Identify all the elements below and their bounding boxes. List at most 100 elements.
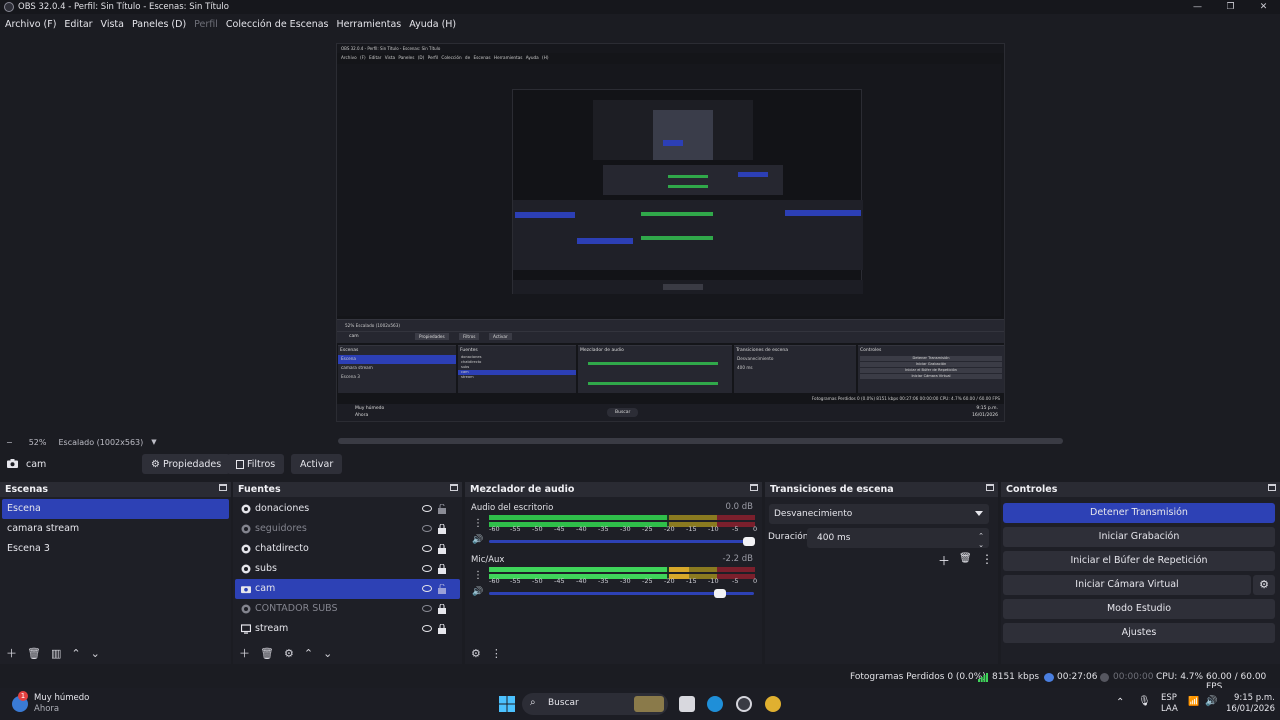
windows-start-icon[interactable] bbox=[499, 696, 515, 712]
file-explorer-icon[interactable] bbox=[679, 696, 695, 712]
menu-paneles[interactable]: Paneles (D) bbox=[132, 19, 186, 30]
eye-icon[interactable] bbox=[422, 545, 432, 552]
add-scene-icon[interactable]: ＋ bbox=[6, 645, 17, 661]
menu-coleccion-escenas[interactable]: Colección de Escenas bbox=[226, 19, 329, 30]
studio-mode-button[interactable]: Modo Estudio bbox=[1003, 599, 1275, 619]
edge-icon[interactable] bbox=[707, 696, 723, 712]
lock-icon[interactable] bbox=[438, 604, 446, 614]
menu-perfil[interactable]: Perfil bbox=[194, 19, 218, 30]
settings-button[interactable]: Ajustes bbox=[1003, 623, 1275, 643]
add-transition-icon[interactable]: ＋ bbox=[938, 552, 950, 569]
windows-taskbar: 1 Muy húmedo Ahora ⌕ Buscar ⌃ 🎙 ESP LAA … bbox=[0, 688, 1280, 720]
chevron-up-icon[interactable]: ⌃ bbox=[71, 647, 80, 660]
scene-item-escena-3[interactable]: Escena 3 bbox=[2, 539, 229, 559]
start-virtual-camera-button[interactable]: Iniciar Cámara Virtual bbox=[1003, 575, 1251, 595]
chevron-up-icon[interactable]: ⌃ bbox=[1116, 697, 1124, 708]
start-replay-buffer-button[interactable]: Iniciar el Búfer de Repetición bbox=[1003, 551, 1275, 571]
undock-icon[interactable] bbox=[986, 484, 994, 491]
menu-archivo[interactable]: Archivo (F) bbox=[5, 19, 56, 30]
volume-slider-handle[interactable] bbox=[714, 589, 726, 598]
wifi-icon[interactable]: 📶 bbox=[1188, 697, 1199, 707]
volume-icon[interactable]: 🔊 bbox=[1205, 696, 1217, 707]
minimize-button[interactable]: — bbox=[1181, 0, 1214, 14]
volume-slider-handle[interactable] bbox=[743, 537, 755, 546]
virtual-camera-settings-gear-icon[interactable]: ⚙ bbox=[1253, 575, 1275, 595]
stop-streaming-button[interactable]: Detener Transmisión bbox=[1003, 503, 1275, 523]
menu-editar[interactable]: Editar bbox=[64, 19, 92, 30]
filter-icon bbox=[236, 459, 244, 469]
preview-scrollbar[interactable] bbox=[338, 438, 1063, 444]
chevron-down-icon[interactable]: ⌄ bbox=[323, 647, 332, 660]
trash-icon[interactable]: 🗑 bbox=[959, 553, 972, 564]
source-item-contador-subs[interactable]: CONTADOR SUBS bbox=[235, 599, 460, 619]
gear-icon[interactable]: ⚙ bbox=[284, 647, 294, 660]
nested-preview-inner bbox=[512, 89, 863, 294]
status-bar: Fotogramas Perdidos 0 (0.0%) 8151 kbps 0… bbox=[0, 670, 1280, 692]
zoom-out-button[interactable]: − bbox=[6, 438, 13, 447]
kebab-icon[interactable]: ⋮ bbox=[473, 518, 483, 529]
unlocked-icon[interactable] bbox=[438, 504, 446, 514]
lock-icon[interactable] bbox=[438, 624, 446, 634]
chevron-down-icon[interactable]: ⌄ bbox=[91, 647, 100, 660]
speaker-icon[interactable]: 🔊 bbox=[472, 535, 483, 545]
eye-icon[interactable] bbox=[422, 625, 432, 632]
advanced-audio-icon[interactable]: ⚙ bbox=[471, 647, 481, 660]
activate-button[interactable]: Activar bbox=[291, 454, 343, 474]
filters-button[interactable]: Filtros bbox=[227, 454, 285, 474]
undock-icon[interactable] bbox=[1268, 484, 1276, 491]
title-bar: OBS 32.0.4 - Perfil: Sin Título - Escena… bbox=[0, 0, 1280, 14]
eye-off-icon[interactable] bbox=[422, 525, 432, 532]
source-item-donaciones[interactable]: donaciones bbox=[235, 499, 460, 519]
eye-icon[interactable] bbox=[422, 585, 432, 592]
source-item-seguidores[interactable]: seguidores bbox=[235, 519, 460, 539]
undock-icon[interactable] bbox=[450, 484, 458, 491]
maximize-button[interactable]: ❐ bbox=[1214, 0, 1247, 14]
stream-time: 00:27:06 bbox=[1057, 672, 1098, 682]
source-item-cam[interactable]: cam bbox=[235, 579, 460, 599]
eye-icon[interactable] bbox=[422, 565, 432, 572]
obs-taskbar-icon[interactable] bbox=[736, 696, 752, 712]
close-button[interactable]: ✕ bbox=[1247, 0, 1280, 14]
trash-icon[interactable]: 🗑 bbox=[260, 647, 274, 660]
lock-icon[interactable] bbox=[438, 524, 446, 534]
scene-item-escena[interactable]: Escena bbox=[2, 499, 229, 519]
clock-time[interactable]: 9:15 p.m. bbox=[1234, 693, 1275, 703]
lock-icon[interactable] bbox=[438, 564, 446, 574]
start-recording-button[interactable]: Iniciar Grabación bbox=[1003, 527, 1275, 547]
add-source-icon[interactable]: ＋ bbox=[239, 645, 250, 661]
source-item-subs[interactable]: subs bbox=[235, 559, 460, 579]
filter-icon[interactable]: ▥ bbox=[51, 647, 61, 660]
eye-off-icon[interactable] bbox=[422, 605, 432, 612]
duration-input[interactable]: 400 ms ⌃ ⌄ bbox=[807, 528, 989, 549]
speaker-icon[interactable]: 🔊 bbox=[472, 587, 483, 597]
kebab-icon[interactable]: ⋮ bbox=[981, 552, 993, 566]
chrome-icon[interactable] bbox=[765, 696, 781, 712]
menu-herramientas[interactable]: Herramientas bbox=[337, 19, 402, 30]
lock-icon[interactable] bbox=[438, 544, 446, 554]
duration-label: Duración bbox=[768, 532, 809, 542]
volume-slider[interactable] bbox=[489, 537, 755, 546]
unlocked-icon[interactable] bbox=[438, 584, 446, 594]
undock-icon[interactable] bbox=[219, 484, 227, 491]
volume-slider[interactable] bbox=[489, 589, 754, 598]
source-item-stream[interactable]: stream bbox=[235, 619, 460, 639]
kebab-icon[interactable]: ⋮ bbox=[491, 647, 502, 660]
transition-select[interactable]: Desvanecimiento bbox=[769, 504, 989, 524]
clock-date: 16/01/2026 bbox=[1226, 704, 1275, 714]
properties-button[interactable]: ⚙ Propiedades bbox=[142, 454, 231, 474]
kebab-icon[interactable]: ⋮ bbox=[473, 570, 483, 581]
chevron-up-icon[interactable]: ⌃ bbox=[304, 647, 313, 660]
eye-icon[interactable] bbox=[422, 505, 432, 512]
scale-dropdown-icon[interactable]: ▼ bbox=[151, 438, 156, 446]
trash-icon[interactable]: 🗑 bbox=[27, 647, 41, 660]
taskbar-search[interactable]: ⌕ Buscar bbox=[522, 693, 668, 715]
scene-item-camara-stream[interactable]: camara stream bbox=[2, 519, 229, 539]
language-code[interactable]: ESP bbox=[1161, 693, 1177, 703]
menu-ayuda[interactable]: Ayuda (H) bbox=[409, 19, 456, 30]
undock-icon[interactable] bbox=[750, 484, 758, 491]
menu-vista[interactable]: Vista bbox=[101, 19, 124, 30]
nested-taskbar: Muy húmedo Ahora Buscar 9:15 p.m. 16/01/… bbox=[337, 404, 1004, 421]
source-item-chatdirecto[interactable]: chatdirecto bbox=[235, 539, 460, 559]
preview-canvas[interactable]: OBS 32.0.4 - Perfil: Sin Título - Escena… bbox=[336, 43, 1005, 422]
microphone-icon[interactable]: 🎙 bbox=[1138, 696, 1151, 707]
